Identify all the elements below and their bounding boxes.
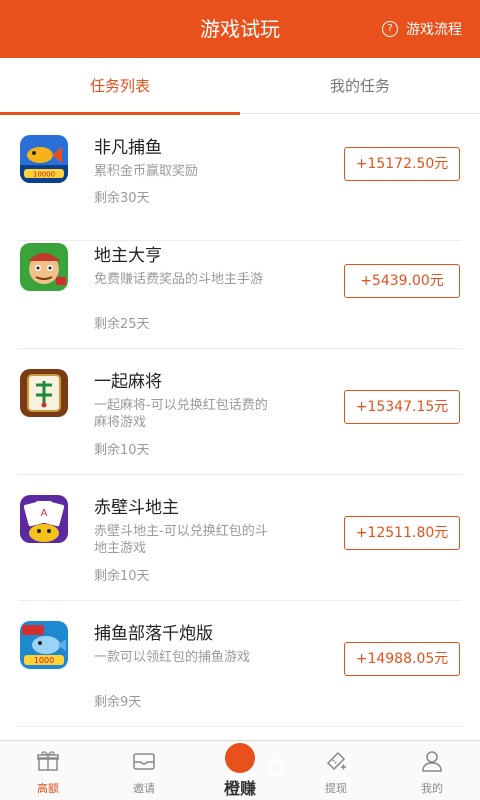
orange-logo-icon [225, 743, 285, 777]
task-name: 一起麻将 [94, 372, 162, 392]
game-flow-label: 游戏流程 [406, 22, 462, 38]
question-circle-icon: ? [382, 21, 398, 37]
list-item[interactable]: 地主大亨 免费赚话费奖品的斗地主手游 剩余25天 +5439.00元 [0, 223, 480, 349]
reward-button[interactable]: +15347.15元 [344, 390, 460, 424]
gift-icon [37, 751, 59, 771]
nav-label: 邀请 [133, 782, 155, 795]
task-description: 一款可以领红包的捕鱼游戏 [94, 650, 251, 665]
game-flow-button[interactable]: ? 游戏流程 [382, 0, 462, 58]
list-item[interactable]: 1000 捕鱼部落千炮版 一款可以领红包的捕鱼游戏 剩余9天 +14988.05… [0, 601, 480, 727]
task-remaining: 剩余10天 [94, 569, 150, 584]
task-name: 地主大亨 [94, 246, 162, 266]
task-description: 免费赚话费奖品的斗地主手游 [94, 272, 264, 287]
task-remaining: 剩余25天 [94, 317, 150, 332]
header-bar: 游戏试玩 ? 游戏流程 [0, 0, 480, 58]
task-remaining: 剩余30天 [94, 191, 150, 206]
mahjong-game-icon [20, 369, 68, 417]
task-name: 赤壁斗地主 [94, 498, 179, 518]
nav-item-withdraw[interactable]: 提现 [288, 741, 384, 800]
task-remaining: 剩余9天 [94, 695, 142, 710]
landlord-game-icon [20, 243, 68, 291]
task-description: 累积金币赢取奖励 [94, 164, 199, 179]
tab-task-list[interactable]: 任务列表 [0, 58, 240, 114]
list-item[interactable]: 一起麻将 一起麻将-可以兑换红包话费的麻将游戏 剩余10天 +15347.15元 [0, 349, 480, 475]
reward-button[interactable]: +5439.00元 [344, 264, 460, 298]
svg-text:10000: 10000 [33, 171, 55, 179]
fishing-tribe-icon: 1000 [20, 621, 68, 669]
nav-item-profile[interactable]: 我的 [384, 741, 480, 800]
task-name: 非凡捕鱼 [94, 138, 162, 158]
nav-label: 我的 [421, 782, 443, 795]
nav-label: 提现 [325, 782, 347, 795]
fish-game-icon: 10000 [20, 135, 68, 183]
nav-item-high-reward[interactable]: 高额 [0, 741, 96, 800]
task-remaining: 剩余10天 [94, 443, 150, 458]
bottom-nav: 高额 邀请 橙赚 提现 我的 [0, 740, 480, 800]
reward-button[interactable]: +15172.50元 [344, 147, 460, 181]
task-description: 赤壁斗地主-可以兑换红包的斗地主游戏 [94, 524, 268, 556]
nav-item-invite[interactable]: 邀请 [96, 741, 192, 800]
nav-label: 橙赚 [223, 779, 256, 798]
task-name: 捕鱼部落千炮版 [94, 624, 213, 644]
svg-text:A: A [41, 508, 48, 519]
list-item[interactable]: A 赤壁斗地主 赤壁斗地主-可以兑换红包的斗地主游戏 剩余10天 +12511.… [0, 475, 480, 601]
user-icon [422, 751, 442, 772]
reward-button[interactable]: +14988.05元 [344, 642, 460, 676]
ticket-icon [326, 751, 346, 771]
task-description: 一起麻将-可以兑换红包话费的麻将游戏 [94, 398, 268, 430]
tab-my-tasks[interactable]: 我的任务 [240, 58, 480, 114]
reward-button[interactable]: +12511.80元 [344, 516, 460, 550]
tab-bar: 任务列表 我的任务 [0, 58, 480, 114]
nav-label: 高额 [37, 782, 59, 795]
envelope-icon [133, 753, 155, 770]
poker-game-icon: A [20, 495, 68, 543]
svg-text:1000: 1000 [34, 656, 54, 665]
divider [18, 726, 462, 727]
nav-item-home[interactable]: 橙赚 [192, 741, 288, 800]
